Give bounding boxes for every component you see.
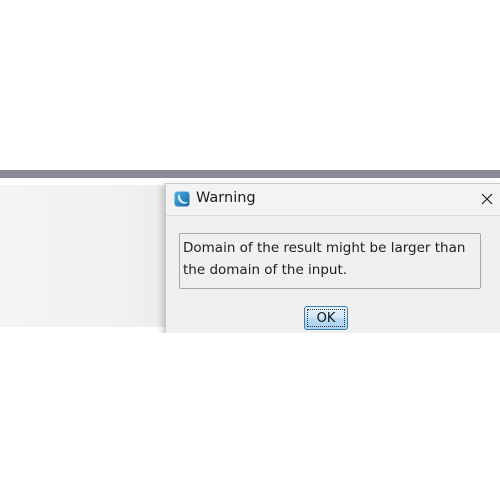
app-logo-icon [174, 191, 190, 207]
warning-dialog: Warning Domain of the result might be la… [165, 183, 500, 334]
ok-button[interactable]: OK [304, 306, 348, 330]
close-button[interactable] [476, 188, 498, 210]
close-icon [481, 193, 493, 205]
screen: Warning Domain of the result might be la… [0, 0, 500, 500]
ok-button-label: OK [316, 310, 336, 326]
warning-message: Domain of the result might be larger tha… [179, 233, 481, 289]
empty-area [0, 333, 500, 500]
dialog-titlebar[interactable]: Warning [166, 184, 500, 216]
background-window-bar [0, 170, 500, 178]
dialog-title: Warning [196, 190, 256, 206]
background-panel [0, 185, 175, 327]
